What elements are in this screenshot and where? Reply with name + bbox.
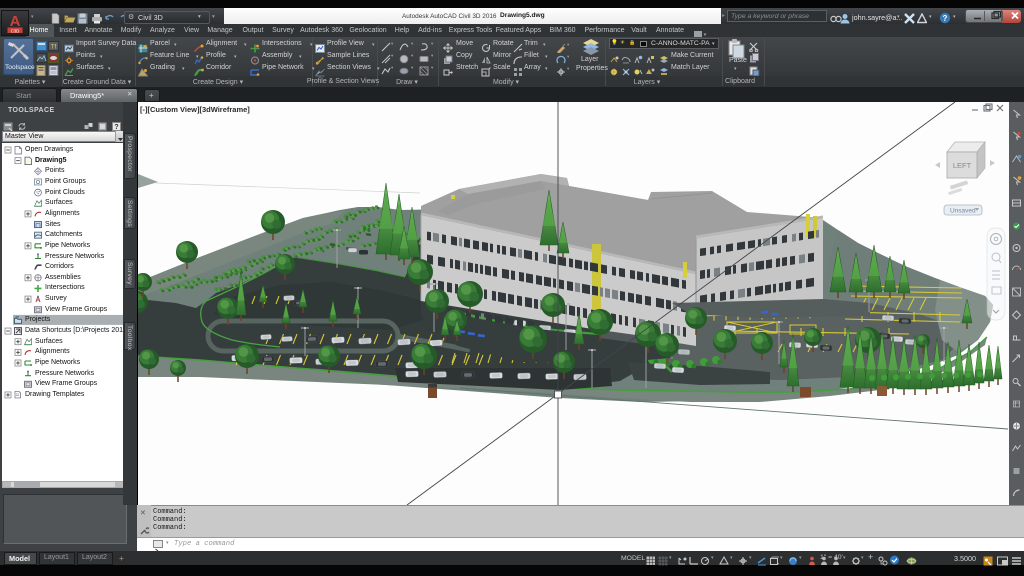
svg-text:?: ? [943,14,948,23]
svg-text:C3D: C3D [11,28,20,33]
